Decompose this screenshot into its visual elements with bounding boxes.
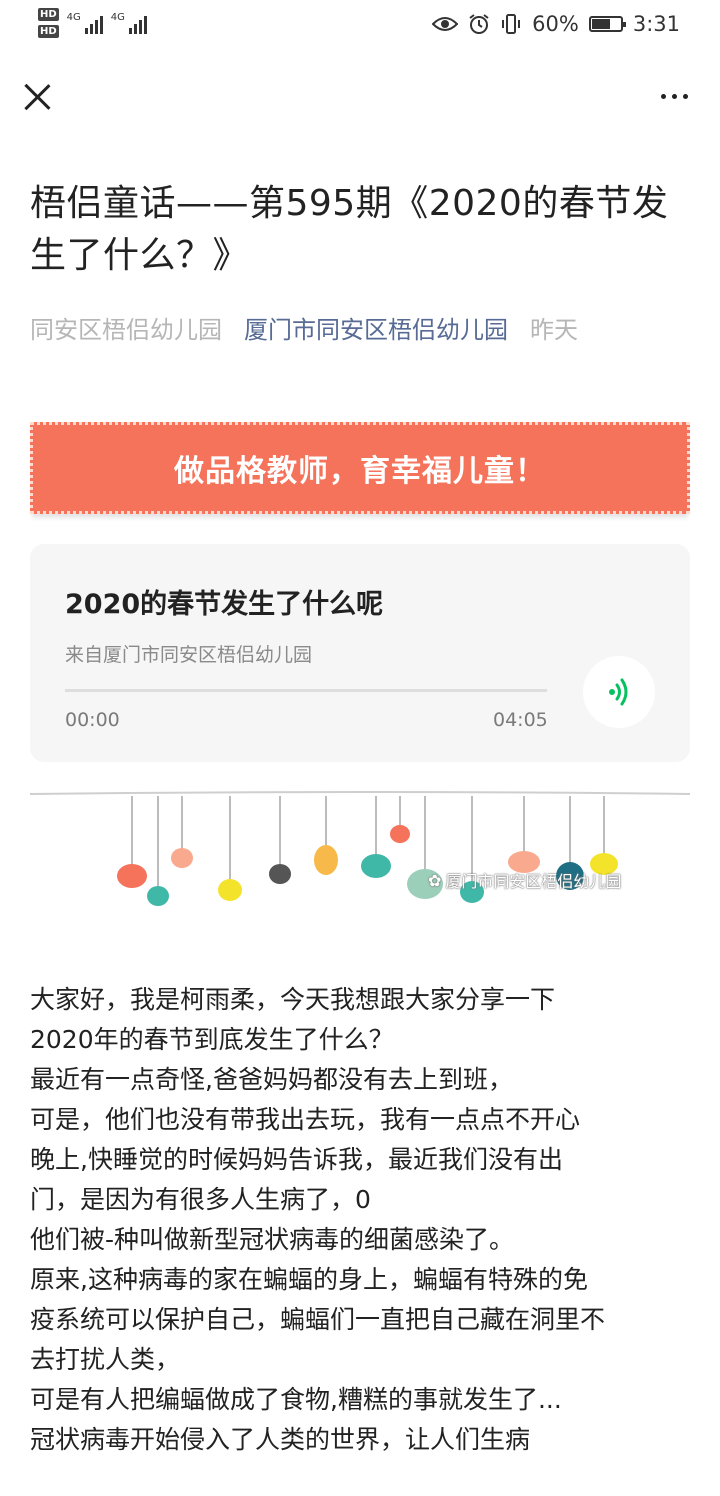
audio-title: 2020的春节发生了什么呢 <box>65 589 384 620</box>
body-line: 疫系统可以保护自己，蝙蝠们一直把自己藏在洞里不 <box>30 1305 606 1334</box>
body-line: 他们被-种叫做新型冠状病毒的细菌感染了。 <box>30 1225 515 1254</box>
hd2-badge: HD <box>38 25 59 38</box>
author-name: 同安区梧侣幼儿园 <box>30 316 222 344</box>
signal-1-icon: 4G <box>67 12 103 34</box>
body-line: 可是，他们也没有带我出去玩，我有一点点不开心 <box>30 1105 581 1134</box>
watermark: ✿ 厦门市同安区梧侣幼儿园 <box>428 868 621 892</box>
article-body: 大家好，我是柯雨柔，今天我想跟大家分享一下 2020年的春节到底发生了什么？ 最… <box>30 980 700 1460</box>
wechat-logo-icon: ✿ <box>428 870 442 890</box>
audio-duration: 04:05 <box>493 709 548 731</box>
audio-current-time: 00:00 <box>65 709 120 731</box>
slogan-banner: 做品格教师，育幸福儿童！ <box>30 422 690 514</box>
banner-text: 做品格教师，育幸福儿童！ <box>174 454 546 489</box>
network-2-label: 4G <box>110 12 125 23</box>
hanging-balls-illustration <box>30 791 690 906</box>
eye-icon <box>432 17 459 31</box>
body-line: 2020年的春节到底发生了什么？ <box>30 1025 394 1054</box>
body-line: 门，是因为有很多人生病了，0 <box>30 1185 371 1214</box>
alarm-icon <box>469 14 489 34</box>
account-link[interactable]: 厦门市同安区梧侣幼儿园 <box>244 310 508 345</box>
body-line: 原来,这种病毒的家在蝙蝠的身上，蝙蝠有特殊的免 <box>30 1265 588 1294</box>
battery-percent: 60% <box>532 12 579 36</box>
hd1-badge: HD <box>38 8 59 21</box>
audio-player[interactable]: 2020的春节发生了什么呢 来自厦门市同安区梧侣幼儿园 00:00 04:05 <box>30 544 690 762</box>
body-line: 大家好，我是柯雨柔，今天我想跟大家分享一下 <box>30 985 556 1014</box>
close-icon[interactable] <box>22 82 52 112</box>
signal-2-icon: 4G <box>111 12 147 34</box>
status-bar: HD HD 4G 4G 60% 3:31 <box>0 0 720 56</box>
clock-time: 3:31 <box>632 12 680 36</box>
audio-play-button[interactable] <box>583 656 655 728</box>
audio-source: 来自厦门市同安区梧侣幼儿园 <box>65 644 313 666</box>
network-1-label: 4G <box>66 12 81 23</box>
body-line: 可是有人把编蝠做成了食物,糟糕的事就发生了... <box>30 1385 562 1414</box>
body-line: 冠状病毒开始侵入了人类的世界，让人们生病 <box>30 1425 531 1454</box>
body-line: 去打扰人类， <box>30 1345 181 1374</box>
audio-progress-bar[interactable] <box>65 689 547 692</box>
status-left: HD HD 4G 4G <box>38 8 147 38</box>
vibrate-icon <box>502 14 521 34</box>
battery-icon <box>588 16 626 32</box>
more-icon[interactable] <box>661 94 688 99</box>
status-right: 60% 3:31 <box>432 12 680 36</box>
body-line: 晚上,快睡觉的时候妈妈告诉我，最近我们没有出 <box>30 1145 563 1174</box>
watermark-text: 厦门市同安区梧侣幼儿园 <box>445 872 622 891</box>
publish-date: 昨天 <box>530 316 578 344</box>
hd-indicators: HD HD <box>38 8 59 38</box>
body-line: 最近有一点奇怪,爸爸妈妈都没有去上到班， <box>30 1065 513 1094</box>
article-meta: 同安区梧侣幼儿园 厦门市同安区梧侣幼儿园 昨天 <box>30 310 578 345</box>
sound-wave-icon <box>609 678 628 706</box>
article-title: 梧侣童话——第595期《2020的春节发生了什么？》 <box>30 183 669 276</box>
